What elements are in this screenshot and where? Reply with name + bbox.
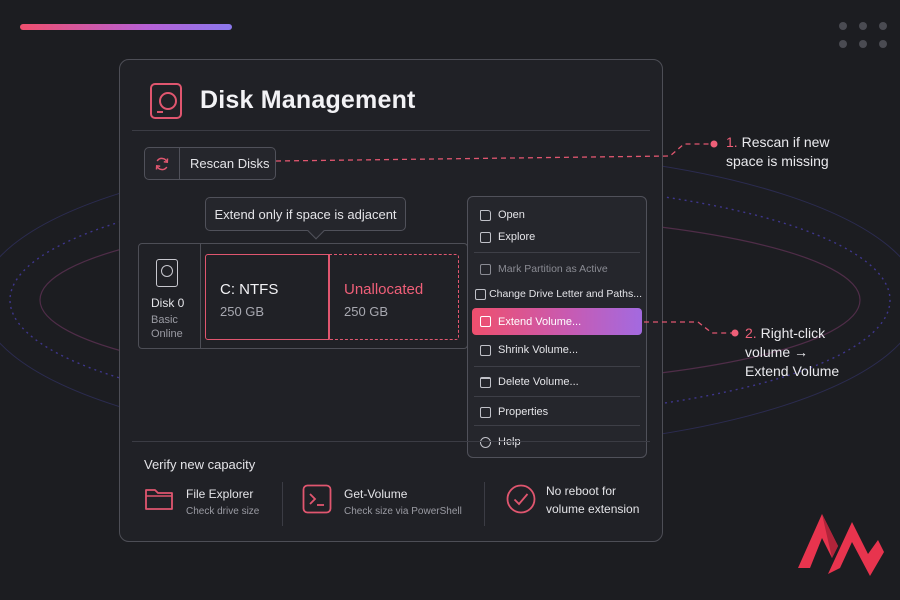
callout-text: Extend Volume: [745, 363, 840, 379]
callout-step-1: 1. Rescan if new space is missing: [726, 133, 830, 171]
callout-text: space is missing: [726, 153, 829, 169]
callout-step-2: 2. Right-click volume → Extend Volume: [745, 324, 839, 381]
callout-text: Rescan if new: [741, 134, 830, 150]
callout-text: Right-click: [760, 325, 826, 341]
callout-number: 2.: [745, 325, 757, 341]
callout-text: volume →: [745, 344, 809, 360]
callout-connectors: [275, 140, 739, 337]
callout-number: 1.: [726, 134, 738, 150]
